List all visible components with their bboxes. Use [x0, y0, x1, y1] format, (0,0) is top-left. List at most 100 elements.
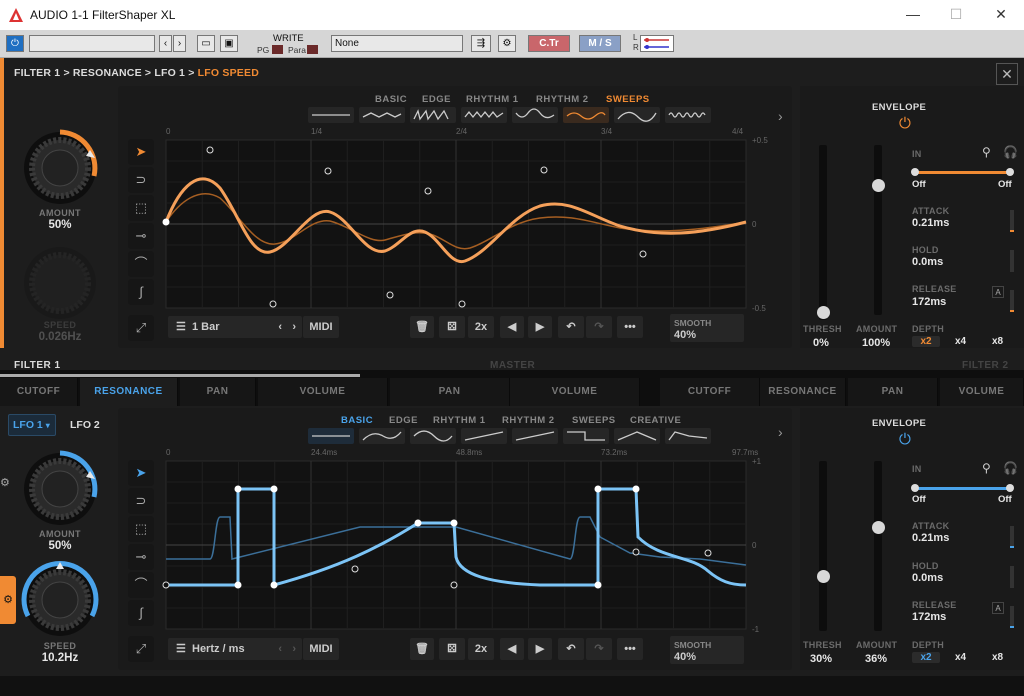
- filter1-label[interactable]: FILTER 1: [14, 360, 61, 371]
- lfo-shape-preset[interactable]: [461, 107, 507, 123]
- depth-x2[interactable]: x2: [912, 336, 940, 347]
- headphones-icon[interactable]: 🎧: [1003, 145, 1018, 159]
- next-preset-icon[interactable]: ›: [173, 35, 186, 52]
- minimize-button[interactable]: —: [903, 6, 923, 22]
- bottom-lfo-graph[interactable]: 0 24.4ms 48.8ms 73.2ms 97.7ms+1 0 -1: [160, 447, 772, 635]
- module-tab[interactable]: VOLUME: [510, 378, 640, 406]
- hold-value-2[interactable]: 0.0ms: [912, 572, 943, 584]
- curve-tool-icon-2[interactable]: ⌒: [128, 572, 154, 598]
- module-tab[interactable]: CUTOFF: [660, 378, 760, 406]
- in-range-slider[interactable]: [915, 171, 1011, 174]
- shape-category-tab-2[interactable]: CREATIVE: [630, 415, 681, 426]
- release-value[interactable]: 172ms: [912, 296, 946, 308]
- lfo-shape-preset[interactable]: [665, 107, 711, 123]
- in-range-slider-2[interactable]: [915, 487, 1011, 490]
- module-tab[interactable]: PAN: [848, 378, 938, 406]
- depth-x8[interactable]: x8: [992, 336, 1003, 347]
- module-tab[interactable]: VOLUME: [940, 378, 1024, 406]
- ctr-button[interactable]: C.Tr: [528, 35, 570, 52]
- pg-toggle[interactable]: [272, 45, 283, 54]
- thresh-slider-2[interactable]: [819, 461, 827, 631]
- fullscreen-icon[interactable]: ⤢: [128, 315, 154, 341]
- module-tab[interactable]: RESONANCE: [80, 378, 178, 406]
- thresh-thumb-2[interactable]: [817, 570, 830, 583]
- env-amount-thumb-2[interactable]: [872, 521, 885, 534]
- lfo-amount-knob[interactable]: [20, 449, 100, 529]
- pointer-tool-icon-2[interactable]: ➤: [128, 460, 154, 486]
- lfo-shape-preset-2[interactable]: [665, 428, 711, 444]
- depth-x4-2[interactable]: x4: [955, 652, 966, 663]
- lfo-shape-preset-2[interactable]: [563, 428, 609, 444]
- shape-category-tab-2[interactable]: SWEEPS: [572, 415, 616, 426]
- lfo-shape-preset-2[interactable]: [512, 428, 558, 444]
- undo-icon-2[interactable]: ↶: [558, 638, 584, 660]
- depth-x2-2[interactable]: x2: [912, 652, 940, 663]
- bezier-tool-icon[interactable]: ∫: [128, 279, 154, 305]
- lfo2-tab[interactable]: LFO 2: [70, 419, 100, 431]
- redo-icon[interactable]: ↷: [586, 316, 612, 338]
- shape-category-tab-2[interactable]: EDGE: [389, 415, 418, 426]
- select-tool-icon-2[interactable]: ⬚: [128, 516, 154, 542]
- open-folder-icon[interactable]: ▭: [197, 35, 215, 52]
- thresh-thumb[interactable]: [817, 306, 830, 319]
- lfo-shape-preset-2[interactable]: [461, 428, 507, 444]
- module-tab[interactable]: VOLUME: [258, 378, 388, 406]
- expand-right-icon-2[interactable]: ›: [778, 424, 783, 440]
- in-range-high[interactable]: [1006, 168, 1014, 176]
- in-range-low[interactable]: [911, 168, 919, 176]
- sync-select-2[interactable]: ☰ Hertz / ms ‹ ›: [168, 638, 302, 660]
- expand-right-icon[interactable]: ›: [778, 108, 783, 124]
- lfo-shape-preset[interactable]: [614, 107, 660, 123]
- depth-x4[interactable]: x4: [955, 336, 966, 347]
- delete-icon[interactable]: 🗑: [410, 316, 434, 338]
- auto-release-button[interactable]: A: [992, 286, 1004, 298]
- more-icon-2[interactable]: •••: [617, 638, 643, 660]
- shape-category-tab-2[interactable]: RHYTHM 1: [433, 415, 486, 426]
- sync-select[interactable]: ☰ 1 Bar ‹ ›: [168, 316, 302, 338]
- preset-field[interactable]: [29, 35, 155, 52]
- module-tab[interactable]: RESONANCE: [760, 378, 846, 406]
- midi-button[interactable]: MIDI: [303, 316, 339, 338]
- env-amount-thumb[interactable]: [872, 179, 885, 192]
- random-icon[interactable]: ⚄: [439, 316, 465, 338]
- magnet-tool-icon[interactable]: ⊃: [128, 167, 154, 193]
- envelope-power-icon-2[interactable]: ⏻: [899, 431, 911, 448]
- shift-right-icon-2[interactable]: ▶: [528, 638, 552, 660]
- power-icon[interactable]: ⏻: [6, 35, 24, 52]
- master-label[interactable]: MASTER: [490, 360, 535, 371]
- attack-value[interactable]: 0.21ms: [912, 217, 949, 229]
- pointer-tool-icon[interactable]: ➤: [128, 139, 154, 165]
- depth-x8-2[interactable]: x8: [992, 652, 1003, 663]
- lfo-shape-preset[interactable]: [359, 107, 405, 123]
- maximize-button[interactable]: ☐: [946, 6, 966, 23]
- lfo-shape-preset-2[interactable]: [410, 428, 456, 444]
- smooth-control-2[interactable]: SMOOTH 40%: [670, 636, 744, 664]
- line-tool-icon-2[interactable]: ⊸: [128, 544, 154, 570]
- close-window-button[interactable]: ✕: [991, 6, 1011, 23]
- more-icon[interactable]: •••: [617, 316, 643, 338]
- shape-category-tab-2[interactable]: RHYTHM 2: [502, 415, 555, 426]
- module-tab[interactable]: PAN: [390, 378, 510, 406]
- lfo-shape-preset[interactable]: [410, 107, 456, 123]
- lfo-shape-preset-2[interactable]: [308, 428, 354, 444]
- shape-category-tab[interactable]: BASIC: [375, 94, 407, 105]
- in-range-low-2[interactable]: [911, 484, 919, 492]
- module-tab[interactable]: PAN: [180, 378, 256, 406]
- in-range-high-2[interactable]: [1006, 484, 1014, 492]
- attack-value-2[interactable]: 0.21ms: [912, 532, 949, 544]
- fullscreen-icon-2[interactable]: ⤢: [128, 636, 154, 662]
- env-amount-slider[interactable]: [874, 145, 882, 315]
- para-toggle[interactable]: [307, 45, 318, 54]
- random-icon-2[interactable]: ⚄: [439, 638, 465, 660]
- filter2-label[interactable]: FILTER 2: [962, 360, 1009, 371]
- select-tool-icon[interactable]: ⬚: [128, 195, 154, 221]
- multiply-button[interactable]: 2x: [468, 316, 494, 338]
- lfo-shape-preset[interactable]: [512, 107, 558, 123]
- automation-icon[interactable]: ⇶: [471, 35, 491, 52]
- redo-icon-2[interactable]: ↷: [586, 638, 612, 660]
- shift-right-icon[interactable]: ▶: [528, 316, 552, 338]
- midi-button-2[interactable]: MIDI: [303, 638, 339, 660]
- shape-category-tab[interactable]: RHYTHM 2: [536, 94, 589, 105]
- lfo1-tab[interactable]: LFO 1 ▾: [8, 414, 56, 436]
- thresh-slider[interactable]: [819, 145, 827, 320]
